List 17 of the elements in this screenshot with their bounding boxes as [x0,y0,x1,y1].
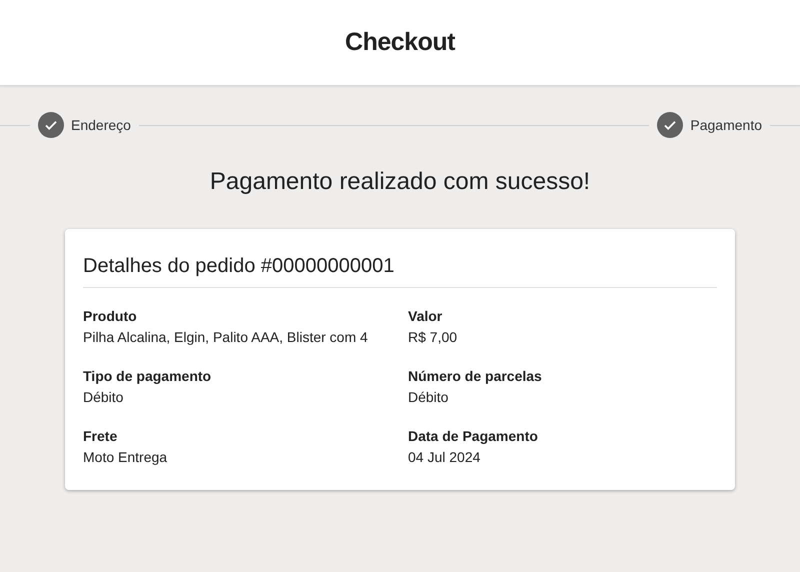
field-value: Débito [408,388,450,407]
field-label: Valor [408,307,444,326]
step-label: Endereço [71,116,131,135]
field-label: Tipo de pagamento [83,367,212,386]
field-value: Moto Entrega [83,448,168,467]
page-title: Checkout [345,26,455,58]
success-message: Pagamento realizado com sucesso! [210,168,590,195]
field-value: Pilha Alcalina, Elgin, Palito AAA, Blister com 4 [83,328,369,347]
field-label: Produto [83,307,138,326]
field-label: Frete [83,427,118,446]
field-value: 04 Jul 2024 [408,448,482,467]
field-label: Data de Pagamento [408,427,539,446]
field-value: R$ 7,00 [408,328,458,347]
step-label: Pagamento [690,116,762,135]
order-title: Detalhes do pedido #00000000001 [83,251,717,288]
field-label: Número de parcelas [408,367,543,386]
field-value: Débito [83,388,124,407]
